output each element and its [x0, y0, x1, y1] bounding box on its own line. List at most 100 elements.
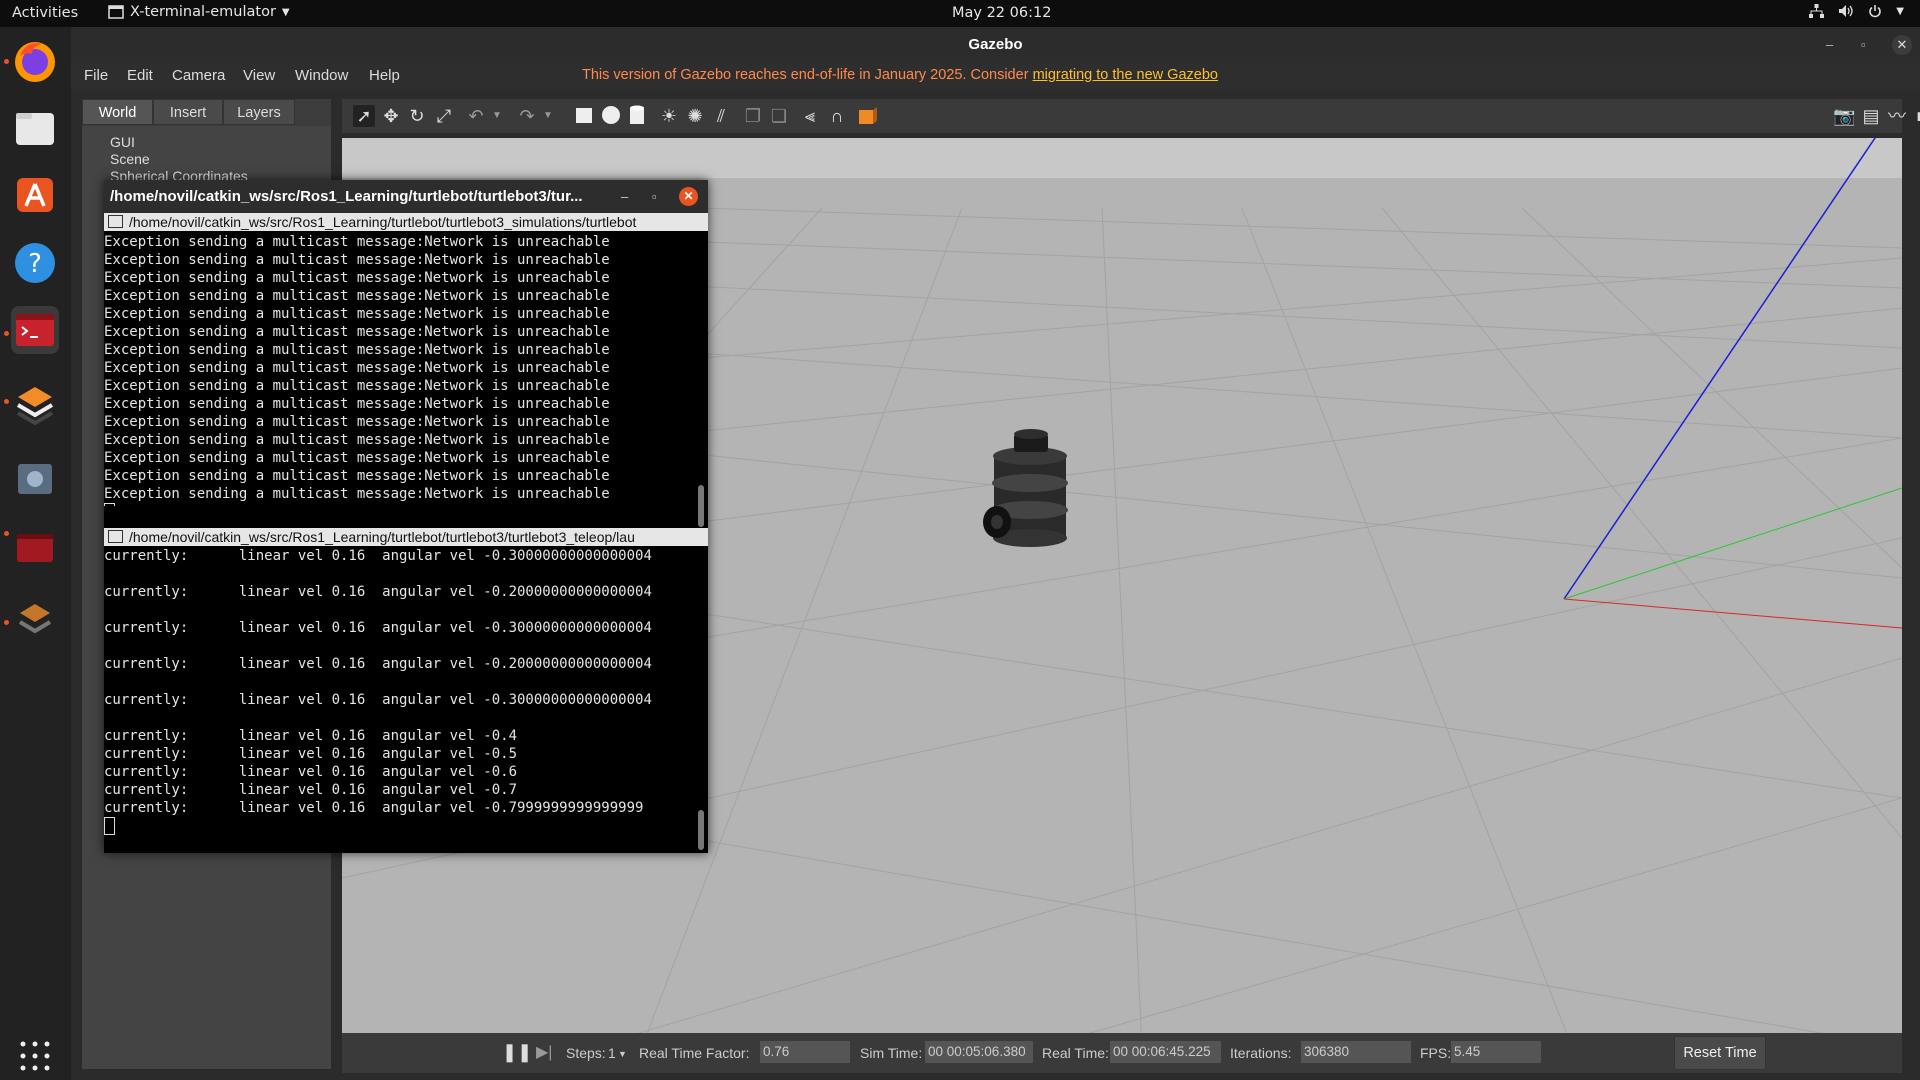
step-icon[interactable]: ▶| [536, 1042, 552, 1062]
select-mode-icon[interactable]: ➚ [353, 105, 375, 127]
status-bar: ❚❚ ▶| Steps: 1 ▼ Real Time Factor: 0.76 … [342, 1033, 1902, 1073]
terminal-title-bar[interactable]: /home/novil/catkin_ws/src/Ros1_Learning/… [104, 180, 708, 213]
terminal-line: currently: linear vel 0.16 angular vel -… [104, 584, 652, 600]
log-icon[interactable]: ▤ [1860, 105, 1882, 127]
box-shape-icon[interactable] [573, 105, 595, 127]
steps-value[interactable]: 1 [608, 1045, 616, 1061]
spot-light-icon[interactable]: ✺ [684, 105, 706, 127]
menu-help[interactable]: Help [369, 67, 400, 84]
system-tray[interactable]: ▼ [1809, 4, 1904, 18]
terminal-line: currently: linear vel 0.16 angular vel -… [104, 746, 518, 762]
redo-icon[interactable]: ↷ [516, 105, 538, 127]
text-cursor [104, 817, 115, 835]
pane-icon [108, 530, 123, 543]
align-icon[interactable]: ⫷ [799, 105, 821, 127]
menu-file[interactable]: File [84, 67, 108, 84]
maximize-icon[interactable]: ▫ [652, 180, 657, 213]
screenshot-icon[interactable]: 📷 [1833, 105, 1855, 127]
menu-view[interactable]: View [243, 67, 275, 84]
help-icon[interactable]: ? [11, 239, 59, 287]
terminal-icon[interactable] [11, 524, 59, 572]
app-menu[interactable]: X-terminal-emulator ▼ [108, 4, 290, 20]
layers-icon[interactable] [11, 380, 59, 428]
point-light-icon[interactable]: ☀ [658, 105, 680, 127]
scale-mode-icon[interactable]: ⤢ [433, 105, 455, 127]
tab-layers[interactable]: Layers [223, 99, 295, 125]
firefox-icon[interactable] [11, 37, 59, 85]
undo-dropdown-icon[interactable]: ▼ [486, 105, 508, 127]
terminal-line: Exception sending a multicast message:Ne… [104, 432, 610, 448]
tree-item-scene[interactable]: Scene [110, 151, 150, 167]
terminal-icon[interactable] [11, 306, 59, 354]
menu-camera[interactable]: Camera [172, 67, 225, 84]
terminal-line: Exception sending a multicast message:Ne… [104, 378, 610, 394]
volume-icon [1839, 5, 1853, 17]
terminal-title: /home/novil/catkin_ws/src/Ros1_Learning/… [110, 188, 583, 205]
scrollbar[interactable] [698, 485, 704, 527]
video-record-icon[interactable]: ■ [1911, 105, 1920, 127]
terminal-pane-output[interactable]: Exception sending a multicast message:Ne… [104, 233, 696, 506]
terminal-window[interactable]: /home/novil/catkin_ws/src/Ros1_Learning/… [104, 180, 708, 853]
real-time-label: Real Time: [1042, 1045, 1109, 1061]
fps-label: FPS: [1420, 1045, 1452, 1061]
pause-icon[interactable]: ❚❚ [502, 1042, 532, 1063]
activities-button[interactable]: Activities [12, 5, 78, 21]
viewport-toolbar: ➚ ✥ ↻ ⤢ ↶ ▼ ↷ ▼ ☀ ✺ ⫽ ❐ ❏ ⫷ ∩ 📷 ▤ 〰 ■ [342, 99, 1920, 133]
terminal-line: Exception sending a multicast message:Ne… [104, 414, 610, 430]
minimize-icon[interactable]: – [621, 180, 628, 213]
cylinder-shape-icon[interactable] [626, 105, 648, 127]
sim-time-value: 00 00:05:06.380 [925, 1041, 1033, 1063]
terminal-prompt[interactable] [104, 503, 696, 506]
terminal-line: currently: linear vel 0.16 angular vel -… [104, 620, 652, 636]
network-icon [1809, 4, 1825, 18]
running-indicator [4, 59, 9, 64]
snap-icon[interactable]: ∩ [826, 105, 848, 127]
clock[interactable]: May 22 06:12 [952, 5, 1051, 21]
gazebo-title-bar: Gazebo – ▫ ✕ [71, 27, 1920, 63]
software-icon[interactable] [11, 170, 59, 218]
copy-icon[interactable]: ❐ [742, 105, 764, 127]
sphere-shape-icon[interactable] [600, 105, 622, 127]
eol-link[interactable]: migrating to the new Gazebo [1033, 67, 1218, 83]
eol-notice: This version of Gazebo reaches end-of-li… [582, 67, 1218, 83]
plot-icon[interactable]: 〰 [1886, 105, 1908, 127]
apps-grid-icon[interactable] [11, 1032, 59, 1080]
close-icon[interactable]: ✕ [1892, 35, 1912, 55]
menu-edit[interactable]: Edit [127, 67, 153, 84]
terminal-line: Exception sending a multicast message:Ne… [104, 252, 610, 268]
pane-header[interactable]: /home/novil/catkin_ws/src/Ros1_Learning/… [104, 213, 708, 231]
redo-dropdown-icon[interactable]: ▼ [537, 105, 559, 127]
tab-insert[interactable]: Insert [153, 99, 223, 125]
reset-time-button[interactable]: Reset Time [1674, 1036, 1766, 1070]
layers-icon[interactable] [11, 595, 59, 643]
real-time-factor-value: 0.76 [760, 1041, 850, 1063]
terminal-prompt[interactable] [104, 817, 696, 835]
tree-item-gui[interactable]: GUI [110, 134, 135, 150]
pane-header[interactable]: /home/novil/catkin_ws/src/Ros1_Learning/… [104, 528, 708, 546]
terminal-line: Exception sending a multicast message:Ne… [104, 468, 610, 484]
scrollbar[interactable] [698, 810, 704, 850]
translate-mode-icon[interactable]: ✥ [380, 105, 402, 127]
terminal-pane-teleop[interactable]: currently: linear vel 0.16 angular vel -… [104, 547, 696, 847]
terminal-line: Exception sending a multicast message:Ne… [104, 324, 610, 340]
terminal-line: Exception sending a multicast message:Ne… [104, 342, 610, 358]
chevron-down-icon[interactable]: ▼ [618, 1049, 627, 1059]
view-angle-icon[interactable] [857, 105, 879, 127]
paste-icon[interactable]: ❏ [768, 105, 790, 127]
gazebo-icon[interactable] [11, 455, 59, 503]
menu-window[interactable]: Window [295, 67, 348, 84]
steps-label: Steps: [566, 1045, 606, 1061]
undo-icon[interactable]: ↶ [465, 105, 487, 127]
fps-value: 5.45 [1451, 1041, 1541, 1063]
close-icon[interactable]: ✕ [679, 187, 698, 206]
terminal-app-icon [108, 5, 124, 19]
tab-world[interactable]: World [82, 99, 153, 125]
files-icon[interactable] [11, 104, 59, 152]
text-cursor [104, 503, 115, 506]
menu-bar: File Edit Camera View Window Help This v… [71, 63, 1920, 89]
minimize-icon[interactable]: – [1826, 27, 1833, 63]
rotate-mode-icon[interactable]: ↻ [406, 105, 428, 127]
directional-light-icon[interactable]: ⫽ [710, 105, 732, 127]
maximize-icon[interactable]: ▫ [1861, 27, 1866, 63]
